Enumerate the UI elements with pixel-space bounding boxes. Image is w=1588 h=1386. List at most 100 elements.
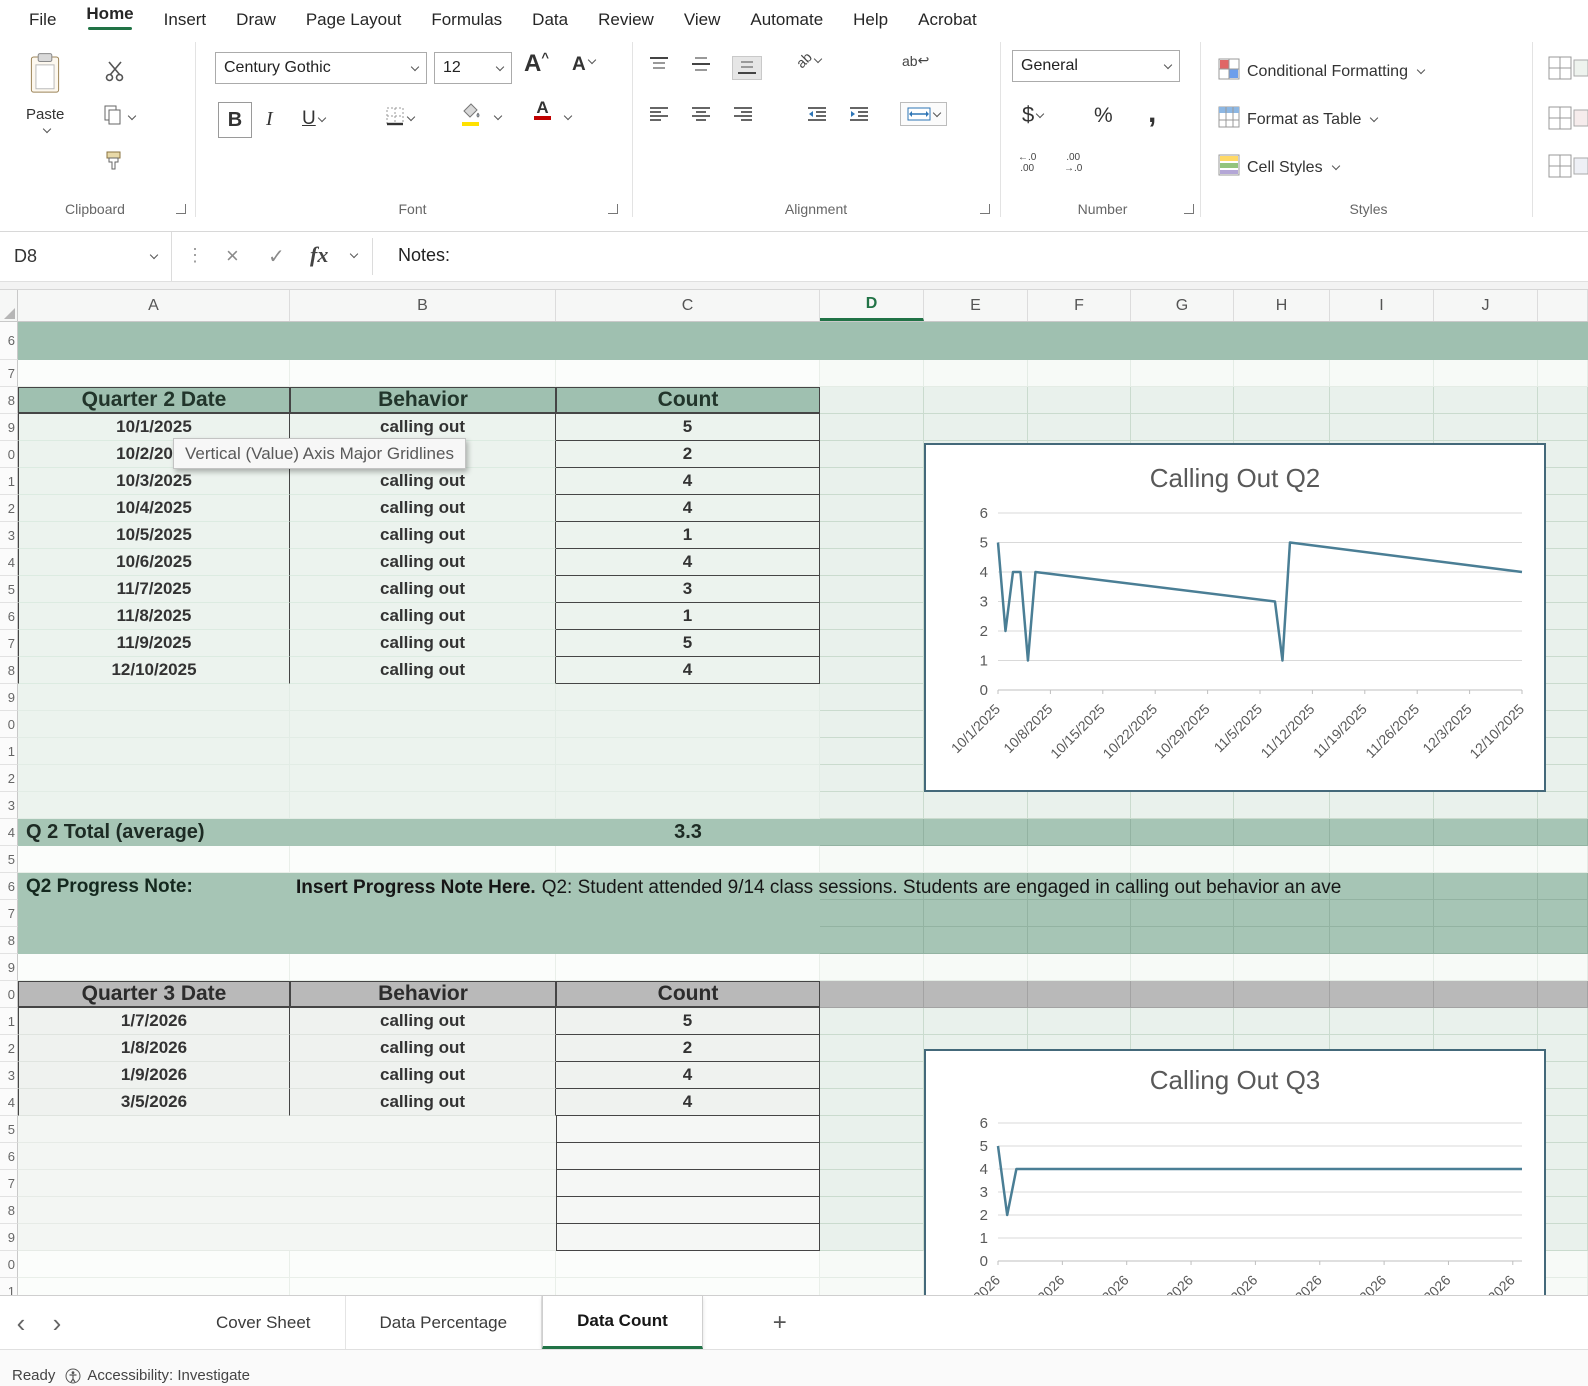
cell[interactable] (924, 981, 1028, 1008)
cell[interactable] (1330, 819, 1434, 846)
sheet-tab-cover-sheet[interactable]: Cover Sheet (182, 1296, 346, 1349)
row-header[interactable]: 0 (0, 711, 18, 738)
row-header[interactable]: 1 (0, 1008, 18, 1035)
cell-C[interactable]: 4 (556, 1062, 820, 1089)
row-header[interactable]: 6 (0, 1143, 18, 1170)
align-right-button[interactable] (732, 106, 754, 122)
cell-C[interactable]: 3.3 (556, 819, 820, 846)
cell[interactable] (820, 900, 924, 927)
row-header[interactable]: 5 (0, 576, 18, 603)
cell-C[interactable]: 2 (556, 1035, 820, 1062)
cell-B[interactable]: Behavior (290, 387, 556, 414)
cell[interactable] (820, 1170, 924, 1197)
format-cells-button[interactable] (1548, 154, 1588, 178)
cell-B[interactable] (290, 1278, 556, 1295)
menu-view[interactable]: View (669, 6, 736, 32)
cell[interactable] (924, 927, 1028, 954)
cell[interactable] (1028, 954, 1131, 981)
delete-cells-button[interactable] (1548, 106, 1588, 130)
wrap-text-button[interactable]: ab ↩ (902, 52, 929, 69)
cell[interactable] (1434, 819, 1538, 846)
row-header[interactable]: 7 (0, 1170, 18, 1197)
cell[interactable] (1234, 414, 1330, 441)
cell-A[interactable] (18, 846, 290, 873)
cell-B[interactable]: calling out (290, 522, 556, 549)
row-header[interactable]: 6 (0, 603, 18, 630)
cell-B[interactable] (290, 1143, 556, 1170)
cell-C[interactable] (556, 765, 820, 792)
cell-C[interactable]: 4 (556, 468, 820, 495)
cell-A[interactable] (18, 738, 290, 765)
cell-C[interactable]: 2 (556, 441, 820, 468)
row-header[interactable]: 2 (0, 765, 18, 792)
cell-A[interactable]: 1/8/2026 (18, 1035, 290, 1062)
row-header[interactable]: 6 (0, 322, 18, 360)
cell[interactable] (1330, 322, 1434, 360)
cell[interactable] (1538, 846, 1588, 873)
sheet-next-icon[interactable]: › (42, 1310, 72, 1336)
cell-A[interactable]: 11/9/2025 (18, 630, 290, 657)
menu-acrobat[interactable]: Acrobat (903, 6, 992, 32)
row-header[interactable]: 3 (0, 522, 18, 549)
cell-C[interactable]: Count (556, 981, 820, 1008)
cell[interactable] (820, 1089, 924, 1116)
row-header[interactable]: 1 (0, 1278, 18, 1295)
cell[interactable] (924, 819, 1028, 846)
cell[interactable] (1131, 900, 1234, 927)
column-header-A[interactable]: A (18, 290, 290, 321)
formula-divider[interactable] (372, 238, 373, 275)
cell-B[interactable]: calling out (290, 1008, 556, 1035)
cell[interactable] (1234, 819, 1330, 846)
cell-C[interactable]: 1 (556, 603, 820, 630)
cell[interactable] (820, 576, 924, 603)
cell[interactable] (1234, 322, 1330, 360)
row-header[interactable]: 6 (0, 873, 18, 900)
font-name-combo[interactable]: Century Gothic (215, 52, 427, 84)
cell[interactable] (1538, 792, 1588, 819)
borders-button[interactable] (385, 106, 414, 131)
dialog-launcher-icon[interactable] (980, 204, 990, 214)
cell[interactable] (924, 322, 1028, 360)
cell-B[interactable]: calling out (290, 495, 556, 522)
increase-indent-button[interactable] (848, 106, 870, 122)
cell-A[interactable] (18, 1143, 290, 1170)
row-header[interactable]: 5 (0, 846, 18, 873)
cell[interactable] (1538, 387, 1588, 414)
cell[interactable] (1234, 360, 1330, 387)
cell-B[interactable]: calling out (290, 576, 556, 603)
cell-C[interactable] (556, 360, 820, 387)
cell-C[interactable] (556, 846, 820, 873)
cell[interactable] (820, 981, 924, 1008)
align-top-button[interactable] (648, 56, 670, 72)
format-as-table-button[interactable]: Format as Table (1218, 106, 1377, 133)
cell-A[interactable]: 10/6/2025 (18, 549, 290, 576)
row-header[interactable]: 7 (0, 630, 18, 657)
dialog-launcher-icon[interactable] (176, 204, 186, 214)
cell[interactable] (1131, 819, 1234, 846)
chart-calling-out-q3[interactable]: Calling Out Q301234561/7/20261/14/20261/… (924, 1049, 1546, 1295)
cell-B[interactable]: calling out (290, 414, 556, 441)
cell[interactable] (820, 322, 924, 360)
cell-C[interactable] (556, 1143, 820, 1170)
cell[interactable] (820, 1251, 924, 1278)
cell-A[interactable] (18, 900, 290, 927)
chart-calling-out-q2[interactable]: Calling Out Q2012345610/1/202510/8/20251… (924, 443, 1546, 792)
cell-B[interactable] (290, 1224, 556, 1251)
cell[interactable] (1538, 360, 1588, 387)
sheet-tab-data-count[interactable]: Data Count (542, 1296, 703, 1349)
cell[interactable] (820, 927, 924, 954)
column-header-D[interactable]: D (820, 290, 924, 321)
cell[interactable] (1028, 792, 1131, 819)
merge-center-button[interactable] (900, 102, 947, 126)
cell[interactable] (1538, 981, 1588, 1008)
column-header-F[interactable]: F (1028, 290, 1131, 321)
cell[interactable] (820, 1035, 924, 1062)
cancel-button[interactable]: × (226, 243, 239, 269)
underline-button[interactable]: U (302, 108, 325, 130)
name-box-splitter[interactable]: ⋮ (186, 245, 204, 266)
dialog-launcher-icon[interactable] (608, 204, 618, 214)
orientation-button[interactable]: ab (796, 52, 821, 68)
cell[interactable] (1234, 792, 1330, 819)
row-header[interactable]: 1 (0, 738, 18, 765)
cell-B[interactable] (290, 792, 556, 819)
